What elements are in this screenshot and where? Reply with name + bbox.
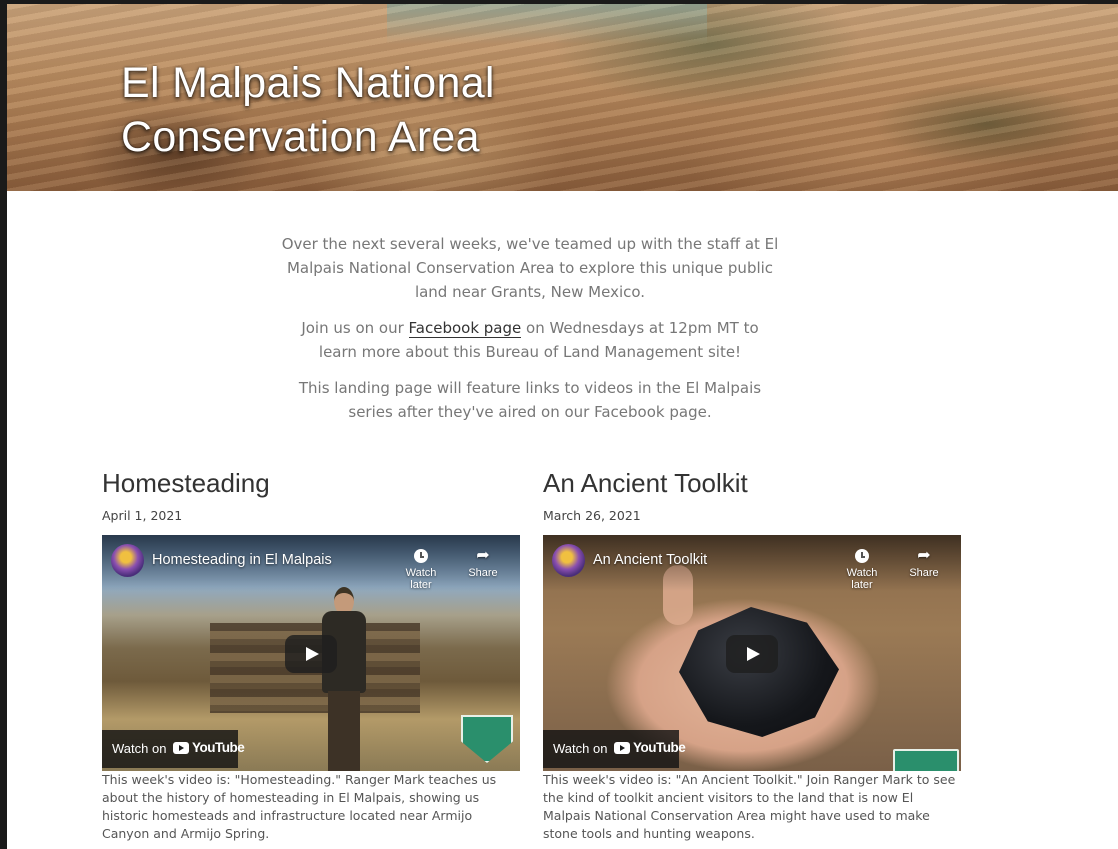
share-arrow-icon: ➦ [476,547,490,564]
share-arrow-icon: ➦ [917,547,931,564]
page-title-line2: Conservation Area [121,113,480,161]
share-label: Share [468,567,498,579]
video-card-homesteading: Homesteading April 1, 2021 Homesteading … [102,466,522,843]
video-thumbnail-ranger [316,587,372,771]
video-card-ancient-toolkit: An Ancient Toolkit March 26, 2021 An Anc… [543,466,963,843]
video-heading: An Ancient Toolkit [543,468,748,498]
intro-paragraph-1: Over the next several weeks, we've teame… [281,235,779,301]
player-video-title[interactable]: An Ancient Toolkit [593,552,707,568]
channel-avatar[interactable] [111,544,144,577]
watch-later-button[interactable]: Watch later [395,545,447,591]
player-video-title[interactable]: Homesteading in El Malpais [152,552,332,568]
facebook-page-link[interactable]: Facebook page [408,319,522,338]
intro-p2-before: Join us on our [301,319,409,337]
share-label: Share [909,567,939,579]
youtube-logo-icon [173,742,189,754]
play-button[interactable] [726,635,778,673]
video-date: March 26, 2021 [543,508,641,523]
blm-logo [461,715,513,763]
intro-paragraph-2: Join us on our Facebook page on Wednesda… [280,316,780,364]
page-title: El Malpais National Conservation Area [121,56,495,164]
hero-banner: El Malpais National Conservation Area [7,4,1118,191]
intro-paragraph-3: This landing page will feature links to … [298,379,762,421]
video-date: April 1, 2021 [102,508,183,523]
video-heading: Homesteading [102,468,270,498]
watch-on-label: Watch on [112,741,167,756]
watch-on-youtube-button[interactable]: Watch on YouTube [543,730,686,768]
watch-later-button[interactable]: Watch later [836,545,888,591]
youtube-wordmark: YouTube [633,740,686,755]
clock-icon [414,548,428,563]
video-caption: This week's video is: "An Ancient Toolki… [543,772,956,841]
channel-avatar[interactable] [552,544,585,577]
clock-icon [855,548,869,563]
page-title-line1: El Malpais National [121,59,495,107]
watch-later-label: Watch later [405,567,437,591]
share-button[interactable]: ➦ Share [457,545,509,579]
watch-on-youtube-button[interactable]: Watch on YouTube [102,730,245,768]
blm-logo [893,749,959,771]
intro-text: Over the next several weeks, we've teame… [280,232,780,436]
window-frame-left [0,0,7,849]
youtube-logo-icon [614,742,630,754]
youtube-wordmark: YouTube [192,740,245,755]
watch-later-label: Watch later [846,567,878,591]
youtube-player[interactable]: Homesteading in El Malpais Watch later ➦… [102,535,520,771]
video-caption: This week's video is: "Homesteading." Ra… [102,772,497,841]
play-button[interactable] [285,635,337,673]
watch-on-label: Watch on [553,741,608,756]
share-button[interactable]: ➦ Share [898,545,950,579]
youtube-player[interactable]: An Ancient Toolkit Watch later ➦ Share W… [543,535,961,771]
